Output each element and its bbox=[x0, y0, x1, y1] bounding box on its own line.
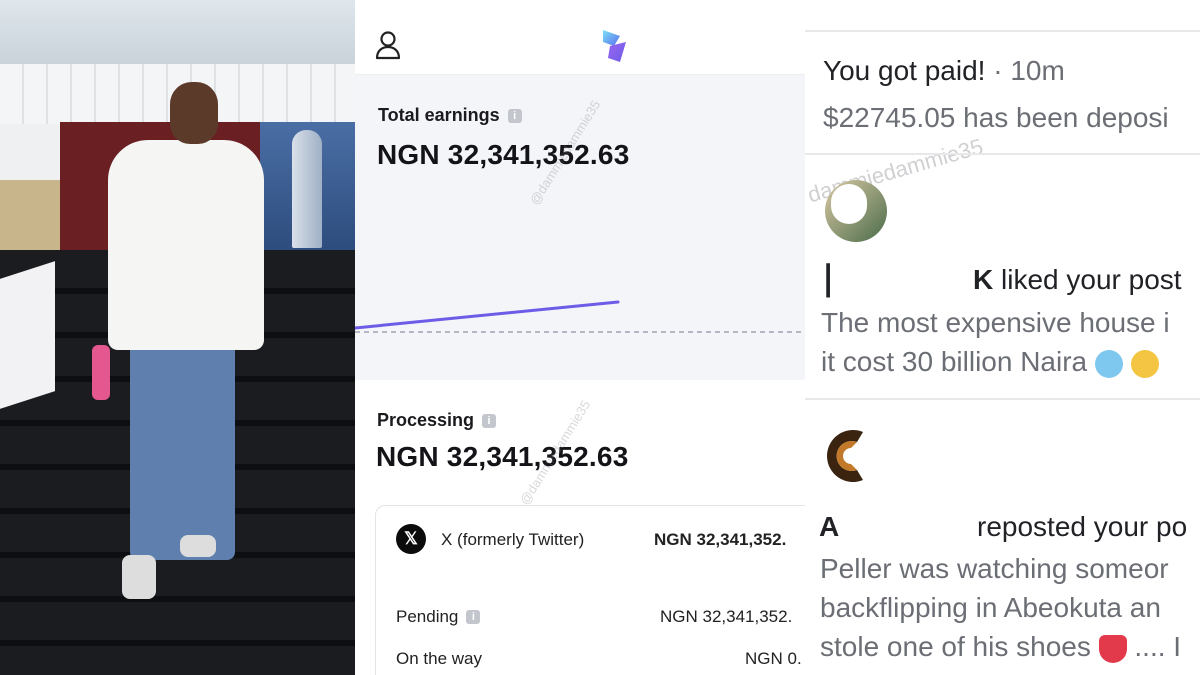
earnings-chart bbox=[355, 300, 805, 333]
notifications-panel: You got paid! · 10m $22745.05 has been d… bbox=[805, 0, 1200, 675]
avatar[interactable] bbox=[823, 424, 869, 488]
photo-shirt bbox=[108, 140, 264, 350]
info-icon[interactable]: i bbox=[507, 108, 522, 123]
photo-head bbox=[170, 82, 218, 144]
pending-label: Pending bbox=[396, 607, 459, 626]
repost-body-text: stole one of his shoes bbox=[820, 631, 1091, 662]
exploding-head-emoji-icon bbox=[1130, 349, 1159, 378]
photo-side-sign bbox=[0, 261, 55, 409]
earnings-section: Total earnings i NGN 32,341,352.63 @damm… bbox=[355, 75, 805, 424]
avatar[interactable] bbox=[825, 180, 887, 242]
repost-user: A bbox=[819, 511, 840, 542]
on-the-way-amount: NGN 0. bbox=[745, 649, 802, 668]
notifications-top-bar bbox=[805, 0, 1200, 32]
pending-amount: NGN 32,341,352. bbox=[660, 607, 793, 626]
like-body-line1: The most expensive house i bbox=[821, 307, 1170, 338]
like-user-initial: ▏ bbox=[827, 265, 849, 296]
total-earnings-amount: NGN 32,341,352.63 bbox=[377, 139, 630, 170]
x-logo-icon: 𝕏 bbox=[396, 524, 426, 554]
paid-title: You got paid! bbox=[823, 55, 986, 86]
on-the-way-label: On the way bbox=[396, 649, 482, 668]
paid-time: · 10m bbox=[993, 55, 1065, 86]
like-body-line2: it cost 30 billion Naira bbox=[821, 346, 1159, 378]
repost-body-line3: stole one of his shoes .... I bbox=[820, 631, 1181, 663]
cold-face-emoji-icon bbox=[1094, 349, 1123, 378]
like-user: K bbox=[973, 264, 994, 295]
repost-body-line1: Peller was watching someor bbox=[820, 553, 1169, 584]
divider bbox=[805, 153, 1200, 155]
repost-body-tail: .... I bbox=[1134, 631, 1182, 662]
like-notification-title[interactable]: K liked your post bbox=[973, 264, 1182, 296]
info-icon[interactable]: i bbox=[466, 610, 481, 624]
platform-card[interactable]: 𝕏 X (formerly Twitter) NGN 32,341,352. P… bbox=[375, 505, 805, 675]
divider bbox=[805, 398, 1200, 400]
photo-jeans bbox=[130, 330, 235, 560]
man-photo bbox=[0, 0, 355, 675]
paid-notification-body: $22745.05 has been deposi bbox=[823, 102, 1169, 133]
photo-shoe-right bbox=[180, 535, 216, 557]
earnings-app: Total earnings i NGN 32,341,352.63 @damm… bbox=[355, 0, 805, 675]
info-icon[interactable]: i bbox=[482, 413, 497, 428]
platform-name: X (formerly Twitter) bbox=[441, 530, 585, 549]
like-body-text: it cost 30 billion Naira bbox=[821, 346, 1088, 377]
photo-sky bbox=[0, 0, 355, 70]
broken-heart-emoji-icon bbox=[1098, 634, 1127, 663]
platform-amount: NGN 32,341,352. bbox=[654, 530, 787, 549]
app-header bbox=[355, 0, 805, 75]
earnings-line bbox=[355, 300, 620, 330]
photo-banner-tower bbox=[292, 130, 322, 248]
photo-shoe-left bbox=[122, 555, 156, 599]
processing-label: Processing bbox=[377, 410, 475, 430]
photo-pink-item bbox=[92, 345, 110, 400]
repost-notification-title[interactable]: reposted your po bbox=[977, 511, 1187, 543]
processing-label-row: Processing i bbox=[377, 410, 497, 431]
paid-notification-title[interactable]: You got paid! · 10m bbox=[823, 55, 1065, 87]
profile-icon[interactable] bbox=[375, 30, 401, 62]
repost-body-line2: backflipping in Abeokuta an bbox=[820, 592, 1161, 623]
pending-label-row: Pending i bbox=[396, 607, 481, 627]
total-earnings-label-row: Total earnings i bbox=[378, 105, 522, 126]
app-logo-icon bbox=[603, 30, 626, 62]
total-earnings-label: Total earnings bbox=[378, 105, 500, 125]
like-text: liked your post bbox=[1001, 264, 1182, 295]
processing-amount: NGN 32,341,352.63 bbox=[376, 441, 629, 472]
